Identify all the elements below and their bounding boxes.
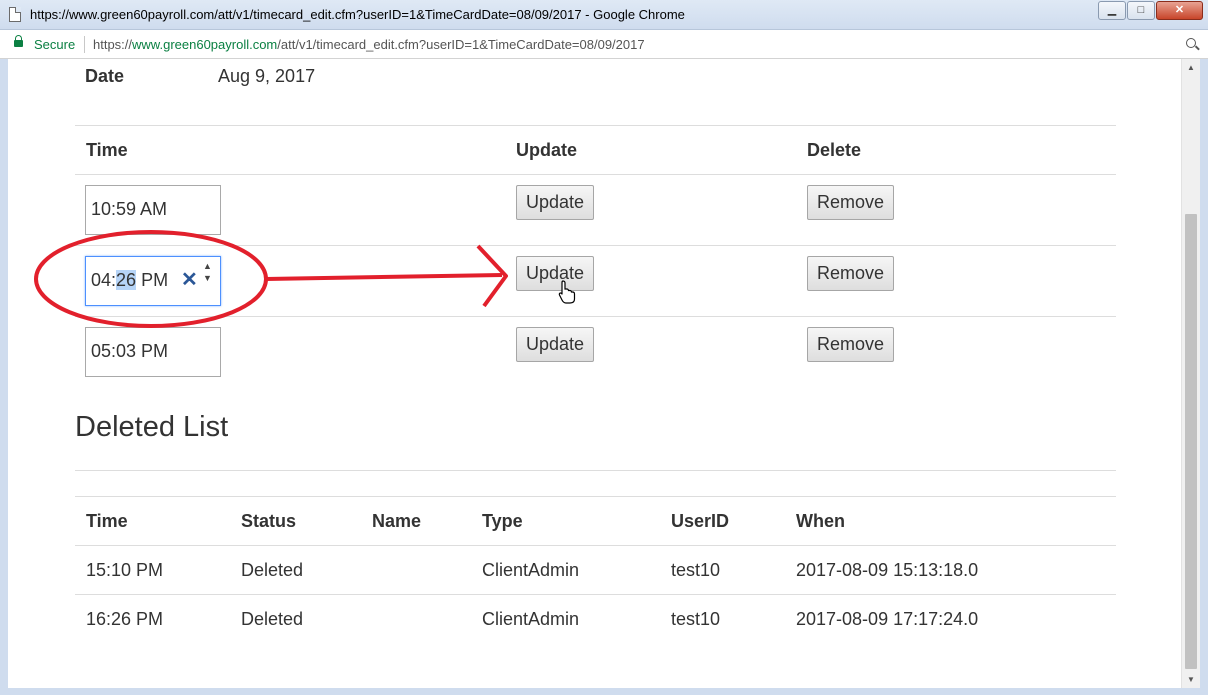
page-icon bbox=[9, 7, 21, 22]
time-input[interactable]: 10:59 AM bbox=[85, 185, 221, 235]
vertical-scrollbar[interactable]: ▲ ▼ bbox=[1181, 59, 1200, 688]
divider bbox=[75, 496, 1116, 497]
lock-icon[interactable] bbox=[14, 35, 23, 47]
cell-when: 2017-08-09 15:13:18.0 bbox=[796, 560, 979, 580]
time-input-focused[interactable]: 04:26 PM ✕ ▲ ▼ bbox=[85, 256, 221, 306]
cell-userid: test10 bbox=[671, 560, 721, 580]
time-ampm[interactable]: PM bbox=[141, 270, 168, 290]
address-bar[interactable]: Secure https://www.green60payroll.com/at… bbox=[0, 30, 1208, 59]
clear-icon[interactable]: ✕ bbox=[181, 269, 198, 291]
cell-status: Deleted bbox=[241, 609, 304, 629]
spin-up-icon[interactable]: ▲ bbox=[203, 262, 212, 271]
url-host: www.green60payroll.com bbox=[132, 37, 278, 52]
scroll-down-icon[interactable]: ▼ bbox=[1182, 671, 1200, 688]
page-content: Date Aug 9, 2017 Time Update Delete 10:5… bbox=[8, 59, 1181, 688]
date-value: Aug 9, 2017 bbox=[218, 66, 316, 86]
close-button[interactable]: ✕ bbox=[1156, 1, 1203, 20]
address-divider bbox=[84, 36, 85, 53]
secure-label[interactable]: Secure bbox=[34, 37, 75, 52]
cell-when: 2017-08-09 17:17:24.0 bbox=[796, 609, 979, 629]
col-header-when: When bbox=[796, 511, 845, 531]
time-hour[interactable]: 04 bbox=[91, 270, 111, 290]
col-header-time: Time bbox=[86, 140, 128, 160]
update-button[interactable]: Update bbox=[516, 256, 595, 291]
date-label: Date bbox=[85, 66, 125, 86]
divider bbox=[75, 316, 1116, 317]
cell-type: ClientAdmin bbox=[482, 609, 580, 629]
divider bbox=[75, 174, 1116, 175]
window-title: https://www.green60payroll.com/att/v1/ti… bbox=[30, 7, 685, 22]
window-frame-right bbox=[1200, 59, 1208, 695]
divider bbox=[75, 594, 1116, 595]
col-header-type: Type bbox=[482, 511, 523, 531]
time-minute-selected[interactable]: 26 bbox=[116, 270, 137, 290]
remove-button[interactable]: Remove bbox=[807, 185, 895, 220]
col-header-name: Name bbox=[372, 511, 422, 531]
window-controls: ▁ □ ✕ bbox=[1098, 1, 1203, 20]
url-text[interactable]: https://www.green60payroll.com/att/v1/ti… bbox=[93, 37, 645, 52]
scroll-up-icon[interactable]: ▲ bbox=[1182, 59, 1200, 76]
spin-down-icon[interactable]: ▼ bbox=[203, 274, 212, 283]
maximize-button[interactable]: □ bbox=[1127, 1, 1155, 20]
divider bbox=[75, 125, 1116, 126]
update-button[interactable]: Update bbox=[516, 185, 595, 220]
time-value: 10:59 AM bbox=[91, 199, 168, 219]
col-header-update: Update bbox=[516, 140, 578, 160]
window-frame-left bbox=[0, 59, 8, 695]
window-frame-bottom bbox=[0, 688, 1208, 695]
time-input[interactable]: 05:03 PM bbox=[85, 327, 221, 377]
col-header-userid: UserID bbox=[671, 511, 730, 531]
window-titlebar: https://www.green60payroll.com/att/v1/ti… bbox=[0, 0, 1208, 30]
col-header-status: Status bbox=[241, 511, 297, 531]
col-header-time: Time bbox=[86, 511, 128, 531]
update-button[interactable]: Update bbox=[516, 327, 595, 362]
deleted-list-title: Deleted List bbox=[75, 411, 229, 443]
cell-type: ClientAdmin bbox=[482, 560, 580, 580]
divider bbox=[75, 545, 1116, 546]
url-path: /att/v1/timecard_edit.cfm?userID=1&TimeC… bbox=[277, 37, 645, 52]
url-scheme: https:// bbox=[93, 37, 133, 52]
remove-button[interactable]: Remove bbox=[807, 256, 895, 291]
cell-time: 15:10 PM bbox=[86, 560, 164, 580]
cell-status: Deleted bbox=[241, 560, 304, 580]
divider bbox=[75, 470, 1116, 471]
remove-button[interactable]: Remove bbox=[807, 327, 895, 362]
col-header-delete: Delete bbox=[807, 140, 862, 160]
time-value: 05:03 PM bbox=[91, 341, 169, 361]
cell-userid: test10 bbox=[671, 609, 721, 629]
divider bbox=[75, 245, 1116, 246]
zoom-icon[interactable] bbox=[1186, 38, 1196, 48]
scroll-thumb[interactable] bbox=[1185, 214, 1197, 669]
cell-time: 16:26 PM bbox=[86, 609, 164, 629]
minimize-button[interactable]: ▁ bbox=[1098, 1, 1126, 20]
